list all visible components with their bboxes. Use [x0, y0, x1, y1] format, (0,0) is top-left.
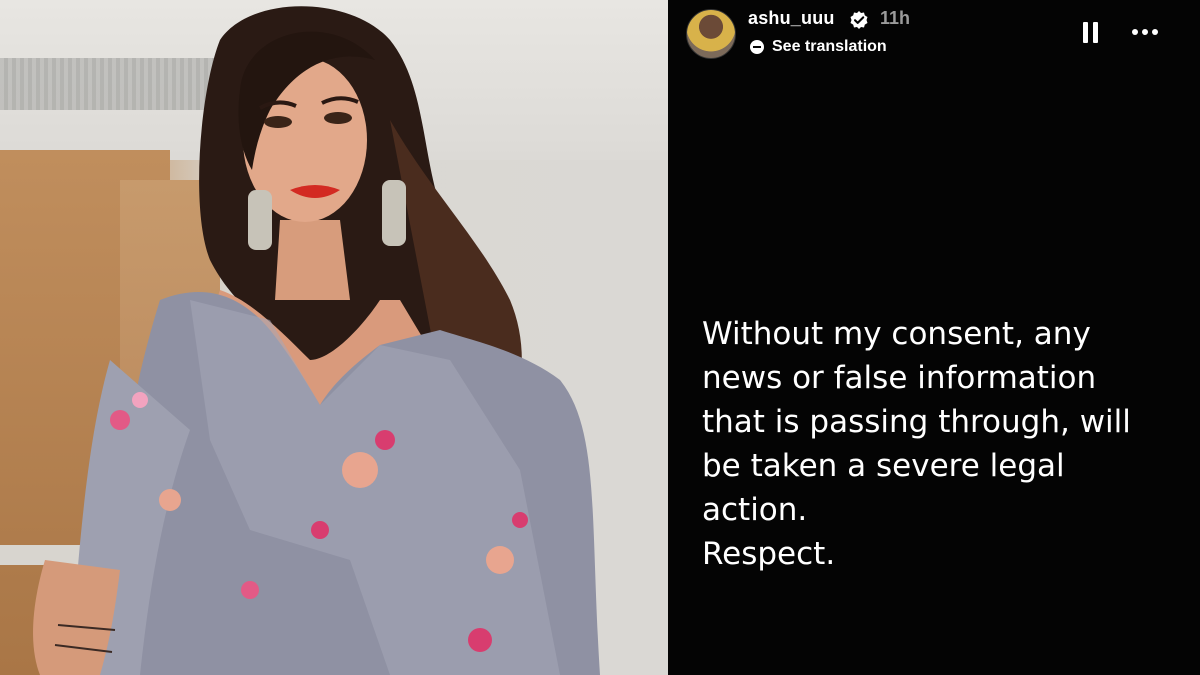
story-header: ashu_uuu 11h See translation: [668, 0, 1200, 70]
more-dot: [1152, 29, 1158, 35]
more-dot: [1132, 29, 1138, 35]
more-dot: [1142, 29, 1148, 35]
see-translation-label: See translation: [772, 38, 887, 55]
see-translation-button[interactable]: See translation: [750, 38, 887, 56]
pause-bar-left: [1082, 21, 1088, 43]
story-panel: ashu_uuu 11h See translation Without my …: [668, 0, 1200, 675]
pause-button[interactable]: [1076, 18, 1104, 46]
story-message: Without my consent, any news or false in…: [702, 316, 1131, 572]
translate-dot-icon: [750, 40, 764, 54]
more-options-button[interactable]: [1125, 20, 1165, 44]
pause-bar-right: [1092, 21, 1098, 43]
person-illustration: [33, 6, 601, 675]
avatar[interactable]: [686, 9, 736, 59]
verified-badge-icon: [849, 10, 869, 30]
profile-photo: [0, 0, 668, 675]
post-timestamp: 11h: [880, 8, 911, 28]
username[interactable]: ashu_uuu: [748, 8, 835, 29]
